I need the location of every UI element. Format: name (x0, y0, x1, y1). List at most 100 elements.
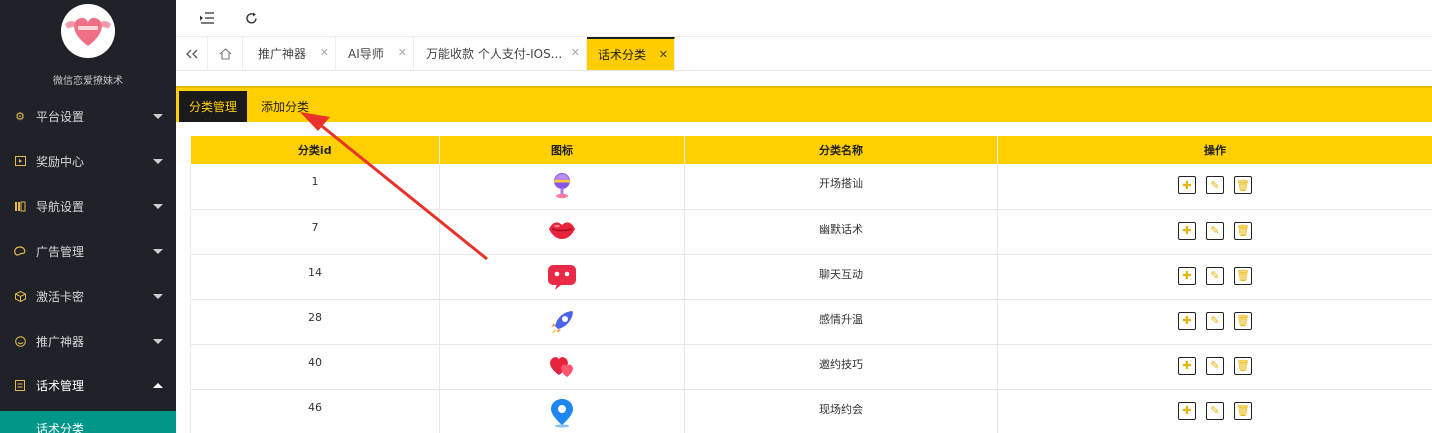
tab-ai-mentor[interactable]: AI导师 ✕ (336, 37, 414, 70)
home-tab-icon[interactable] (209, 37, 243, 70)
sidebar-item-activation[interactable]: 激活卡密 (0, 274, 176, 318)
sidebar-item-platform-settings[interactable]: ⚙ 平台设置 (0, 94, 176, 138)
chevron-down-icon (153, 203, 163, 209)
close-icon[interactable]: ✕ (659, 48, 668, 61)
chevron-down-icon (153, 113, 163, 119)
add-button[interactable]: ✚ (1178, 311, 1196, 330)
add-button[interactable]: ✚ (1178, 401, 1196, 420)
sidebar: 微信恋爱撩妹术 ⚙ 平台设置 奖励中心 导航设置 广告管理 激活卡密 推广神器 … (0, 0, 176, 433)
sidebar-item-rewards[interactable]: 奖励中心 (0, 139, 176, 183)
tab-script-categories[interactable]: 话术分类 ✕ (587, 37, 675, 70)
delete-button[interactable]: 🗑 (1234, 356, 1252, 375)
sidebar-subitem-script-categories[interactable]: 话术分类 (0, 411, 176, 433)
delete-button[interactable]: 🗑 (1234, 401, 1252, 420)
cell-actions: ✚ ✎ 🗑 (997, 299, 1432, 345)
sidebar-item-ads[interactable]: 广告管理 (0, 229, 176, 273)
lips-icon (547, 218, 577, 245)
cell-icon (439, 389, 685, 433)
nav-icon (14, 200, 26, 212)
edit-button[interactable]: ✎ (1206, 356, 1224, 375)
sidebar-item-label: 导航设置 (36, 199, 85, 214)
tab-label: 推广神器 (258, 47, 307, 61)
sidebar-item-label: 激活卡密 (36, 289, 85, 304)
category-subtabs: 分类管理 添加分类 (176, 86, 1432, 122)
tab-category-manage[interactable]: 分类管理 (179, 91, 247, 122)
cell-actions: ✚ ✎ 🗑 (997, 344, 1432, 390)
cube-icon (14, 290, 26, 302)
cell-id: 46 (190, 389, 440, 433)
sidebar-item-label: 话术管理 (36, 378, 85, 393)
column-header-actions: 操作 (997, 136, 1432, 164)
chevron-down-icon (153, 248, 163, 254)
page-tabs: 推广神器 ✕ AI导师 ✕ 万能收款 个人支付-IOS... ✕ 话术分类 ✕ (176, 37, 1432, 71)
top-toolbar (176, 0, 1432, 37)
tab-promotion[interactable]: 推广神器 ✕ (244, 37, 336, 70)
brand-name: 微信恋爱撩妹术 (53, 76, 123, 87)
cell-icon (439, 164, 685, 210)
table-header-row: 分类id 图标 分类名称 操作 (190, 136, 1432, 164)
category-table: 分类id 图标 分类名称 操作 1 开场搭讪 ✚ ✎ 🗑 7 幽默话术 ✚ ✎ … (190, 136, 1432, 433)
column-header-name: 分类名称 (684, 136, 998, 164)
cell-icon (439, 209, 685, 255)
column-header-id: 分类id (190, 136, 440, 164)
delete-button[interactable]: 🗑 (1234, 266, 1252, 285)
cell-name: 开场搭讪 (684, 164, 998, 210)
cell-icon (439, 344, 685, 390)
add-button[interactable]: ✚ (1178, 221, 1196, 240)
tab-label: 万能收款 个人支付-IOS... (426, 47, 563, 61)
close-icon[interactable]: ✕ (571, 46, 580, 59)
add-button[interactable]: ✚ (1178, 356, 1196, 375)
cell-id: 7 (190, 209, 440, 255)
delete-button[interactable]: 🗑 (1234, 176, 1252, 194)
rocket-icon (548, 308, 576, 339)
column-header-icon: 图标 (439, 136, 685, 164)
tab-add-category[interactable]: 添加分类 (260, 91, 310, 122)
delete-button[interactable]: 🗑 (1234, 221, 1252, 240)
close-icon[interactable]: ✕ (320, 46, 329, 59)
tabs-scroll-left-icon[interactable] (176, 37, 208, 70)
tab-label: AI导师 (348, 47, 384, 61)
cell-icon (439, 254, 685, 300)
cell-id: 14 (190, 254, 440, 300)
sidebar-item-scripts[interactable]: 话术管理 (0, 363, 176, 407)
edit-button[interactable]: ✎ (1206, 401, 1224, 420)
gear-icon: ⚙ (15, 109, 25, 123)
edit-button[interactable]: ✎ (1206, 176, 1224, 194)
table-row: 46 现场约会 ✚ ✎ 🗑 (190, 389, 1432, 433)
tab-universal-payment[interactable]: 万能收款 个人支付-IOS... ✕ (414, 37, 587, 70)
delete-button[interactable]: 🗑 (1234, 311, 1252, 330)
sidebar-item-label: 推广神器 (36, 334, 85, 349)
edit-button[interactable]: ✎ (1206, 266, 1224, 285)
play-icon (14, 155, 26, 167)
add-button[interactable]: ✚ (1178, 266, 1196, 285)
cell-actions: ✚ ✎ 🗑 (997, 389, 1432, 433)
close-icon[interactable]: ✕ (398, 46, 407, 59)
refresh-icon[interactable] (243, 10, 259, 26)
cell-name: 感情升温 (684, 299, 998, 345)
cell-id: 40 (190, 344, 440, 390)
palette-icon (14, 245, 26, 257)
cell-actions: ✚ ✎ 🗑 (997, 164, 1432, 210)
sidebar-item-promotion[interactable]: 推广神器 (0, 319, 176, 363)
collapse-menu-icon[interactable] (199, 10, 215, 26)
smile-icon (14, 335, 26, 347)
lollipop-icon (548, 172, 576, 203)
brand-avatar[interactable] (61, 4, 115, 58)
chevron-down-icon (153, 338, 163, 344)
sidebar-item-label: 奖励中心 (36, 154, 85, 169)
sidebar-item-navigation[interactable]: 导航设置 (0, 184, 176, 228)
sidebar-item-label: 广告管理 (36, 244, 85, 259)
add-button[interactable]: ✚ (1178, 176, 1196, 194)
cell-name: 邀约技巧 (684, 344, 998, 390)
doc-icon (14, 379, 26, 391)
table-row: 7 幽默话术 ✚ ✎ 🗑 (190, 209, 1432, 255)
tab-label: 话术分类 (598, 48, 647, 62)
table-row: 14 聊天互动 ✚ ✎ 🗑 (190, 254, 1432, 300)
cell-id: 1 (190, 164, 440, 210)
cell-name: 现场约会 (684, 389, 998, 433)
edit-button[interactable]: ✎ (1206, 311, 1224, 330)
chevron-down-icon (153, 293, 163, 299)
cell-name: 幽默话术 (684, 209, 998, 255)
edit-button[interactable]: ✎ (1206, 221, 1224, 240)
sidebar-item-label: 平台设置 (36, 109, 85, 124)
